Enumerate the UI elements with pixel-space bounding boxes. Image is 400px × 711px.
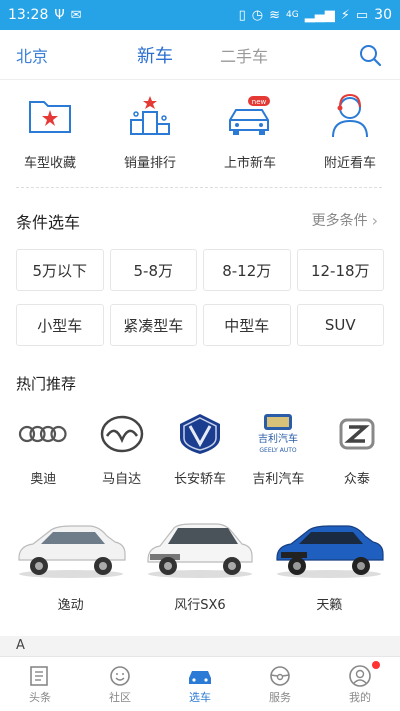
price-option[interactable]: 5万以下 [16,249,104,291]
folder-star-icon [24,90,76,142]
shortcut-label: 销量排行 [123,156,176,171]
car-label: 风行SX6 [174,598,226,613]
wifi-icon: ≋ [269,7,281,23]
nav-label: 选车 [189,691,211,704]
hot-title: 热门推荐 [16,375,77,393]
price-filter-grid: 5万以下 5-8万 8-12万 12-18万 [16,249,384,291]
nav-label: 我的 [349,691,371,704]
brand-label: 吉利汽车 [252,472,305,487]
shortcut-new-cars[interactable]: new 上市新车 [200,90,300,185]
nav-label: 头条 [29,691,51,704]
mazda-logo [94,410,150,458]
notification-dot [372,661,380,669]
network-type: 4G [286,10,299,20]
battery-icon: ▭ [355,7,369,23]
nav-choose-car[interactable]: 选车 [160,657,240,711]
newspaper-icon [26,663,54,689]
nav-label: 服务 [269,691,291,704]
zotye-logo [329,410,385,458]
vibrate-icon: ▯ [238,7,246,23]
tab-used-car[interactable]: 二手车 [220,43,268,67]
more-conditions-link[interactable]: 更多条件 › [312,210,378,230]
car-yidong[interactable]: 逸动 [6,510,135,620]
svg-text:GEELY AUTO: GEELY AUTO [260,447,298,454]
filter-title: 条件选车 [16,213,81,232]
car-image [147,523,253,578]
chat-face-icon [106,663,134,689]
shortcut-label: 上市新车 [223,156,276,171]
brand-label: 马自达 [102,472,142,487]
chevron-right-icon: › [371,210,378,230]
podium-icon [124,90,176,142]
brand-row: 奥迪 马自达 长安轿车 吉利汽车 GEELY AUTO 吉利汽车 众泰 [0,410,400,500]
bottom-nav: 头条 社区 选车 服务 我的 [0,656,400,711]
car-image [276,525,384,578]
brand-label: 奥迪 [30,472,57,487]
usb-icon: Ψ [54,7,65,23]
svg-text:new: new [252,98,267,106]
nav-community[interactable]: 社区 [80,657,160,711]
type-option[interactable]: 小型车 [16,304,104,346]
battery-level: 30 [374,7,392,23]
new-car-icon: new [224,90,276,142]
type-option[interactable]: 中型车 [203,304,291,346]
price-option[interactable]: 5-8万 [109,249,197,291]
clock: 13:28 [8,7,49,23]
more-conditions-label: 更多条件 [311,213,368,229]
shortcut-label: 附近看车 [323,156,376,171]
brand-geely[interactable]: 吉利汽车 GEELY AUTO 吉利汽车 [239,410,317,500]
car-label: 逸动 [57,598,84,613]
city-selector[interactable]: 北京 [16,43,48,67]
brand-zotye[interactable]: 众泰 [318,410,396,500]
car-teana[interactable]: 天籁 [265,510,394,620]
top-nav: 北京 新车 二手车 [0,30,400,80]
person-headset-icon [324,90,376,142]
changan-logo [172,410,228,458]
signal-icon: ▂▄▆ [304,7,335,23]
steering-wheel-icon [266,663,294,689]
charging-icon: ⚡ [340,7,350,23]
shortcut-label: 车型收藏 [23,156,76,171]
audi-logo [15,410,71,458]
nav-mine[interactable]: 我的 [320,657,400,711]
nav-service[interactable]: 服务 [240,657,320,711]
price-option[interactable]: 8-12万 [203,249,291,291]
brand-mazda[interactable]: 马自达 [82,410,160,500]
search-icon[interactable] [358,43,382,67]
car-label: 天籁 [316,598,343,613]
car-sx6[interactable]: 风行SX6 [135,510,264,620]
shortcut-nearby[interactable]: 附近看车 [300,90,400,185]
nav-headlines[interactable]: 头条 [0,657,80,711]
type-filter-grid: 小型车 紧凑型车 中型车 SUV [16,304,384,346]
brand-changan[interactable]: 长安轿车 [161,410,239,500]
price-option[interactable]: 12-18万 [296,249,384,291]
divider [16,187,382,188]
status-bar: 13:28 Ψ ✉ ▯ ◷ ≋ 4G ▂▄▆ ⚡ ▭ 30 [0,0,400,30]
type-option[interactable]: 紧凑型车 [109,304,197,346]
alarm-icon: ◷ [251,7,264,23]
tab-new-car[interactable]: 新车 [137,42,173,68]
car-row: 逸动 风行SX6 天籁 [0,510,400,620]
mail-icon: ✉ [70,7,82,23]
geely-logo: 吉利汽车 GEELY AUTO [250,410,306,458]
brand-label: 众泰 [343,472,370,487]
shortcut-sales-rank[interactable]: 销量排行 [100,90,200,185]
car-image [18,525,126,578]
nav-label: 社区 [109,691,131,704]
shortcut-row: 车型收藏 销量排行 new 上市新车 附近看车 [0,90,400,185]
user-icon [346,663,374,689]
shortcut-favorites[interactable]: 车型收藏 [0,90,100,185]
car-icon [186,663,214,689]
type-option[interactable]: SUV [296,304,384,346]
brand-label: 长安轿车 [174,472,227,487]
svg-text:吉利汽车: 吉利汽车 [258,432,298,445]
alpha-index-header: A [0,636,400,656]
brand-audi[interactable]: 奥迪 [4,410,82,500]
